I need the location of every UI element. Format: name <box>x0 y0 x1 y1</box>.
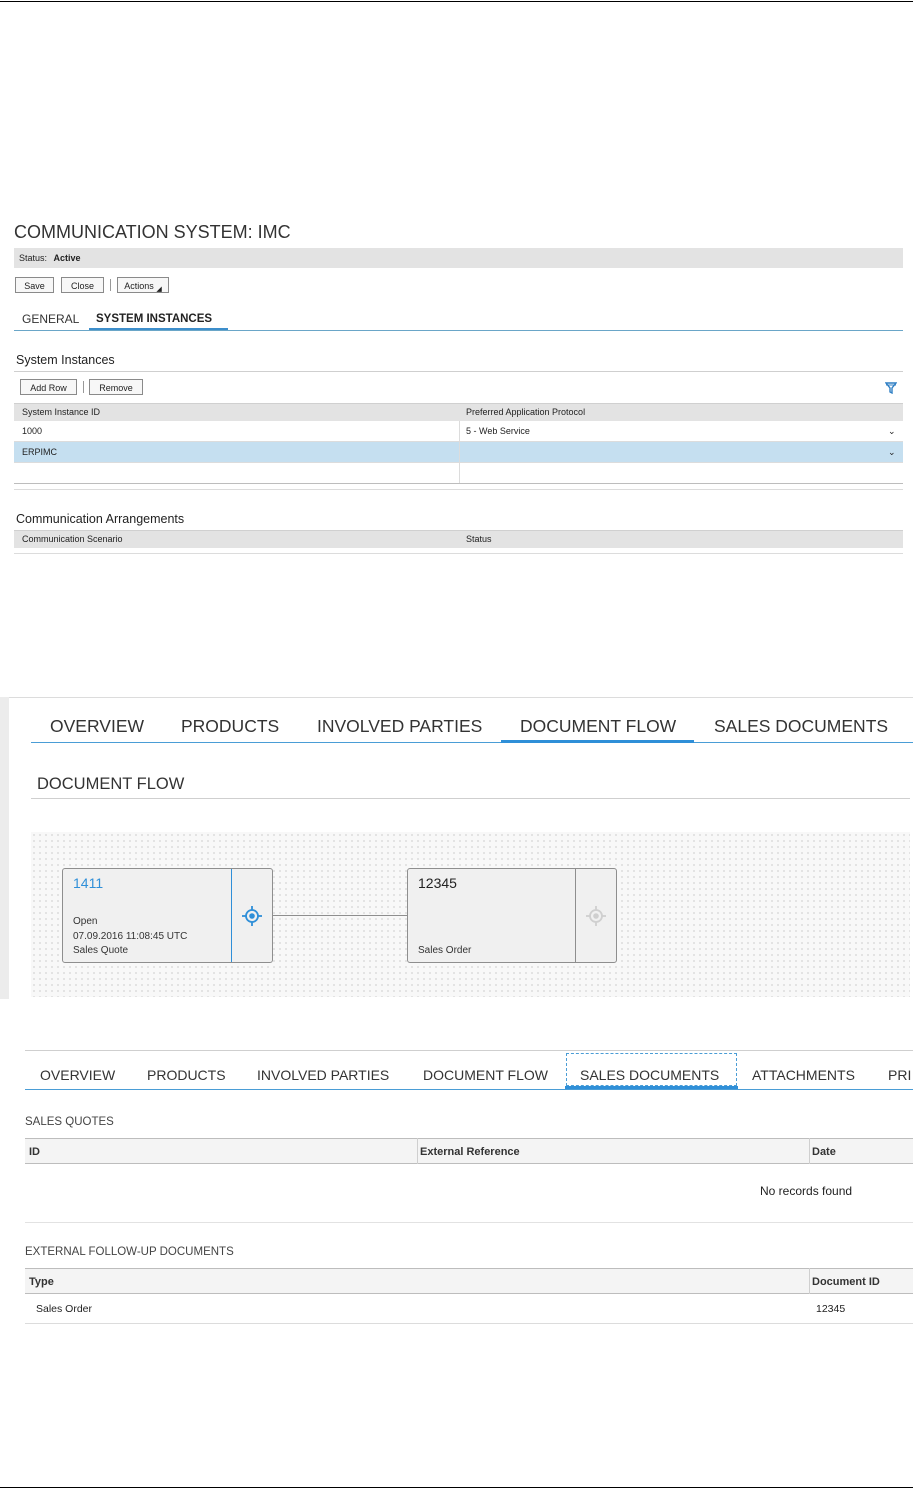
column-header: Communication Scenario <box>22 534 123 544</box>
document-id-link[interactable]: 1411 <box>73 875 103 891</box>
document-id: 12345 <box>418 875 457 891</box>
tab-strip-line <box>14 330 903 331</box>
chevron-down-icon[interactable]: ⌄ <box>888 426 896 437</box>
page-bottom-rule <box>0 1487 913 1488</box>
column-header: Status <box>466 534 492 544</box>
section-divider <box>14 371 903 372</box>
actions-label: Actions <box>124 281 154 291</box>
close-button[interactable]: Close <box>61 277 104 293</box>
tab-document-flow[interactable]: DOCUMENT FLOW <box>423 1067 548 1083</box>
column-header[interactable]: ID <box>29 1146 40 1158</box>
quotes-table-header: ID External Reference Date <box>25 1138 913 1164</box>
active-tab-indicator <box>89 328 228 330</box>
row-divider <box>14 483 903 484</box>
save-button[interactable]: Save <box>15 277 54 293</box>
tab-involved-parties[interactable]: INVOLVED PARTIES <box>317 716 482 737</box>
panel-top-border <box>9 697 913 698</box>
status-value: Active <box>53 253 81 263</box>
page-top-rule <box>0 1 913 2</box>
type-cell: Sales Order <box>36 1303 93 1315</box>
tab-attachments[interactable]: ATTACHMENTS <box>752 1067 855 1083</box>
corner-arrow-icon: ◢ <box>156 286 162 293</box>
column-header: System Instance ID <box>22 407 101 417</box>
tab-system-instances[interactable]: SYSTEM INSTANCES <box>96 313 212 325</box>
tab-strip-line <box>31 742 913 743</box>
instance-id-cell: ERPIMC <box>22 447 58 457</box>
communication-arrangements-heading: Communication Arrangements <box>16 512 185 526</box>
system-instances-heading: System Instances <box>16 353 115 367</box>
tab-truncated[interactable]: PRI <box>888 1067 913 1083</box>
tab-sales-documents[interactable]: SALES DOCUMENTS <box>714 716 888 737</box>
protocol-cell: 5 - Web Service <box>466 426 530 436</box>
column-header: Preferred Application Protocol <box>466 407 586 417</box>
section-divider <box>25 1222 913 1223</box>
flow-connector <box>272 915 407 916</box>
left-gutter <box>0 697 9 999</box>
column-header[interactable]: Date <box>812 1146 836 1158</box>
chevron-down-icon[interactable]: ⌄ <box>888 447 896 458</box>
tab-sales-documents[interactable]: SALES DOCUMENTS <box>580 1067 719 1083</box>
document-type: Sales Quote <box>73 945 129 956</box>
page-title: COMMUNICATION SYSTEM: IMC <box>14 222 291 242</box>
panel-top-border <box>25 1050 913 1051</box>
column-divider <box>809 1268 810 1294</box>
sales-quotes-heading: SALES QUOTES <box>25 1116 114 1128</box>
document-type: Sales Order <box>418 945 472 956</box>
status-bar: Status: Active <box>14 248 903 268</box>
toolbar-separator <box>83 381 84 393</box>
document-status: Open <box>73 916 98 927</box>
followups-table-header: Type Document ID <box>25 1268 913 1294</box>
tab-overview[interactable]: OVERVIEW <box>50 716 144 737</box>
node-focus-area[interactable] <box>575 869 616 962</box>
node-focus-area[interactable] <box>231 869 272 962</box>
tab-products[interactable]: PRODUCTS <box>181 716 279 737</box>
instance-id-cell: 1000 <box>22 426 43 436</box>
column-header[interactable]: External Reference <box>420 1146 520 1158</box>
actions-button[interactable]: Actions ◢ <box>117 277 169 293</box>
tab-strip-line <box>25 1089 913 1090</box>
column-header[interactable]: Document ID <box>812 1276 880 1288</box>
flow-node-sales-quote[interactable]: 1411 Open 07.09.2016 11:08:45 UTC Sales … <box>62 868 273 963</box>
tab-products[interactable]: PRODUCTS <box>147 1067 226 1083</box>
flow-node-sales-order[interactable]: 12345 Sales Order <box>407 868 617 963</box>
column-divider <box>809 1138 810 1164</box>
add-row-button[interactable]: Add Row <box>20 379 77 395</box>
tab-general[interactable]: GENERAL <box>22 312 79 326</box>
document-timestamp: 07.09.2016 11:08:45 UTC <box>73 931 188 942</box>
locate-icon[interactable] <box>585 905 607 927</box>
column-divider <box>459 421 460 483</box>
table-bottom <box>14 489 903 490</box>
filter-icon[interactable] <box>884 381 898 395</box>
tab-overview[interactable]: OVERVIEW <box>40 1067 115 1083</box>
status-label: Status: <box>19 253 48 263</box>
document-flow-heading: DOCUMENT FLOW <box>37 775 185 793</box>
empty-state-text: No records found <box>760 1184 853 1198</box>
column-header[interactable]: Type <box>29 1276 54 1288</box>
external-followup-heading: EXTERNAL FOLLOW-UP DOCUMENTS <box>25 1246 234 1258</box>
toolbar-separator <box>110 279 111 291</box>
table-row[interactable]: Sales Order 12345 <box>25 1295 913 1324</box>
locate-icon[interactable] <box>241 905 263 927</box>
active-tab-indicator <box>501 740 694 743</box>
column-divider <box>417 1138 418 1164</box>
tab-involved-parties[interactable]: INVOLVED PARTIES <box>257 1067 389 1083</box>
tab-document-flow[interactable]: DOCUMENT FLOW <box>520 716 676 737</box>
arrangements-table-header: Communication Scenario Status <box>14 530 903 548</box>
section-divider <box>31 798 910 799</box>
table-bottom <box>14 553 903 554</box>
instances-table-header: System Instance ID Preferred Application… <box>14 403 903 421</box>
document-id-cell: 12345 <box>816 1303 846 1315</box>
remove-button[interactable]: Remove <box>89 379 143 395</box>
